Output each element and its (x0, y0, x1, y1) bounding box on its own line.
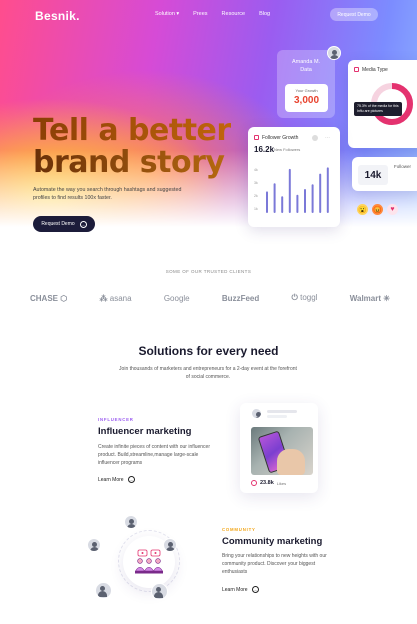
arrow-right-icon: → (127, 476, 135, 483)
member-avatar (95, 582, 112, 599)
logo-google-text: Google (163, 293, 190, 303)
member-avatar (151, 583, 168, 600)
nav-item-prees[interactable]: Prees (193, 11, 207, 17)
client-logos: CHASE ⬡ ⁂ asana Google BuzzFeed ⏻ toggl … (30, 293, 390, 303)
axis-tick-label: 3k (254, 181, 258, 185)
growth-value: 3,000 (293, 95, 320, 106)
calendar-icon (354, 67, 359, 72)
influencer-kicker: INFLUENCER (98, 417, 134, 422)
community-title: Community marketing (222, 536, 323, 547)
likes-value: 23.8k (260, 480, 274, 486)
profile-avatar (327, 46, 341, 60)
settings-icon[interactable] (312, 135, 318, 141)
member-avatar (124, 515, 138, 529)
media-type-title: Media Type (362, 67, 388, 73)
nav-links: Solution ▾ Prees Resource Blog (155, 11, 270, 17)
chart-bar (266, 191, 268, 213)
logo-buzzfeed: BuzzFeed (222, 294, 259, 303)
surprised-emoji-icon[interactable]: 😮 (357, 204, 368, 215)
growth-label: Your Growth (295, 88, 318, 93)
calendar-icon (254, 135, 259, 140)
logo-asana-text: asana (109, 293, 132, 303)
followers-card: 14k Follower (352, 157, 417, 191)
nav-item-resource[interactable]: Resource (222, 11, 246, 17)
influencer-learn-more-link[interactable]: Learn More → (98, 476, 135, 483)
hero-cta-label: Request Demo (41, 221, 75, 227)
hero-request-demo-button[interactable]: Request Demo → (33, 216, 95, 232)
followers-label: Follower (394, 164, 412, 169)
community-illustration (87, 512, 200, 612)
logo-walmart-text: Walmart (349, 293, 381, 303)
chart-bar (288, 168, 291, 213)
influencer-post-card: 23.8k Likes (240, 403, 318, 493)
media-tooltip: 75.3% of the media for this Influ are pi… (354, 102, 402, 116)
hero-subtitle: Automate the way you search through hash… (33, 187, 182, 201)
likes-label: Likes (276, 480, 287, 486)
headline-line-1: Tell a better (33, 113, 231, 148)
logo-google: Google (164, 294, 190, 303)
heart-icon[interactable]: ♥ (387, 204, 398, 215)
profile-name: Amanda M. Data (291, 59, 321, 73)
logo-asana: ⁂ asana (99, 293, 132, 303)
more-icon[interactable]: ⋯ (325, 135, 330, 141)
follower-count: 16.2k (254, 145, 275, 154)
solutions-title: Solutions for every need (138, 344, 279, 358)
logo-buzzfeed-text: BuzzFeed (221, 293, 260, 303)
chart-bar (281, 196, 284, 213)
angry-emoji-icon[interactable]: 😡 (372, 204, 383, 215)
axis-tick-label: 4k (254, 168, 258, 172)
post-text-placeholder (267, 415, 287, 418)
chart-bar (311, 184, 314, 213)
arrow-right-icon: → (251, 586, 259, 593)
hand-image (277, 449, 305, 475)
community-people-icon (134, 549, 164, 574)
member-avatar (87, 538, 101, 552)
nav-item-solution[interactable]: Solution ▾ (155, 11, 179, 17)
influencer-body: Create infinite pieces of content with o… (98, 444, 211, 466)
logo-toggl: ⏻ toggl (291, 293, 318, 302)
logo-walmart: Walmart ✳ (349, 293, 390, 303)
axis-tick-label: 1k (254, 207, 258, 211)
follower-growth-card: Follower Growth ⋯ 16.2k New Followers 4k… (248, 127, 340, 227)
chart-bar (273, 183, 276, 213)
top-nav: Besnik. Solution ▾ Prees Resource Blog R… (0, 0, 417, 30)
community-learn-more-label: Learn More (222, 586, 248, 593)
follower-bar-chart: 4k 3k 2k 1k (254, 167, 329, 213)
post-avatar (251, 408, 262, 419)
followers-value: 14k (358, 165, 388, 185)
nav-item-blog[interactable]: Blog (259, 11, 270, 17)
chart-bar (319, 173, 322, 213)
profile-card: Amanda M. Data Your Growth 3,000 (277, 50, 335, 118)
influencer-learn-more-label: Learn More (98, 476, 124, 483)
nav-request-demo-button[interactable]: Request Demo (330, 8, 378, 21)
logo-chase: CHASE ⬡ (30, 293, 68, 303)
influencer-title: Influencer marketing (98, 426, 192, 437)
hero-headline: Tell a better brand story (33, 115, 231, 179)
growth-box: Your Growth 3,000 (285, 84, 328, 112)
arrow-right-icon: → (79, 220, 87, 228)
axis-tick-label: 2k (254, 194, 258, 198)
logo-toggl-text: toggl (300, 293, 318, 302)
member-avatar (163, 538, 177, 552)
community-kicker: COMMUNITY (222, 527, 256, 532)
clients-title: SOME OF OUR TRUSTED CLIENTS (165, 269, 252, 274)
chart-bar (326, 167, 329, 213)
chart-bar (296, 194, 299, 213)
headline-line-2: brand story (33, 147, 231, 179)
likes-row: 23.8k Likes (251, 480, 286, 486)
post-text-placeholder (267, 410, 297, 413)
brand-logo[interactable]: Besnik. (35, 9, 80, 23)
solutions-subtitle: Join thousands of marketers and entrepre… (119, 366, 297, 380)
community-body: Bring your relationships to new heights … (222, 553, 327, 575)
post-photo (251, 427, 313, 475)
follower-note: New Followers (274, 147, 301, 152)
media-type-card: Media Type 75.3% of the media for this I… (348, 60, 417, 148)
reaction-emojis: 😮 😡 ♥ (357, 204, 398, 215)
community-learn-more-link[interactable]: Learn More → (222, 586, 259, 593)
chart-bar (304, 189, 306, 213)
like-icon[interactable] (251, 480, 257, 486)
follower-growth-title: Follower Growth (262, 135, 299, 141)
logo-chase-text: CHASE (30, 293, 59, 303)
